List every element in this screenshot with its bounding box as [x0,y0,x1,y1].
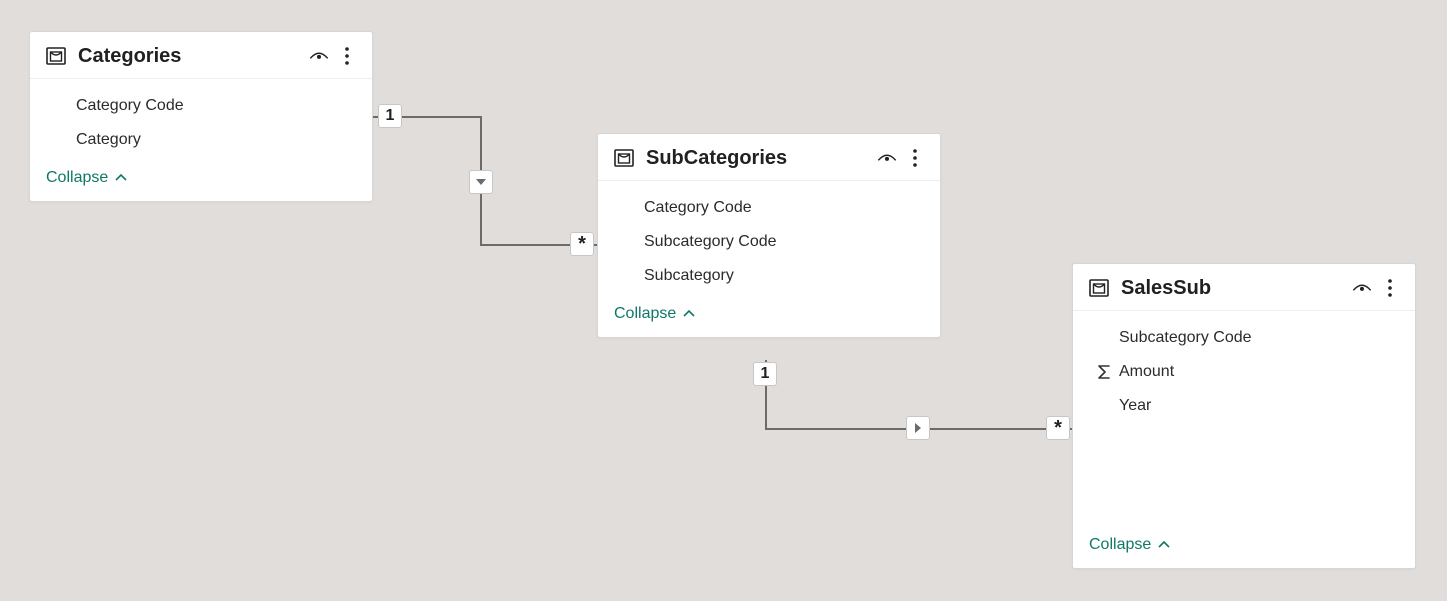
collapse-button[interactable]: Collapse [598,299,940,337]
visibility-icon[interactable] [876,147,898,169]
table-card-categories[interactable]: Categories Category Code Category Collap… [29,31,373,202]
visibility-icon[interactable] [1351,277,1373,299]
field-row[interactable]: Subcategory Code [1073,321,1415,355]
table-header: SalesSub [1073,264,1415,311]
field-label: Subcategory Code [644,225,924,259]
collapse-label: Collapse [1089,536,1151,554]
field-row[interactable]: Category Code [598,191,940,225]
field-row[interactable]: Subcategory [598,259,940,293]
table-header: SubCategories [598,134,940,181]
field-row[interactable]: Amount [1073,355,1415,389]
chevron-up-icon [1157,538,1171,552]
cardinality-many-box: * [570,232,594,256]
more-options-icon[interactable] [1379,277,1401,299]
field-label: Subcategory [644,259,924,293]
sigma-icon [1089,362,1119,382]
collapse-button[interactable]: Collapse [30,163,372,201]
cardinality-many-label: * [578,234,586,254]
collapse-label: Collapse [614,305,676,323]
field-label: Amount [1119,355,1399,389]
table-fields: Subcategory Code Amount Year [1073,311,1415,429]
field-row[interactable]: Year [1073,389,1415,423]
field-icon-blank [614,266,644,286]
table-card-subcategories[interactable]: SubCategories Category Code Subcategory … [597,133,941,338]
cardinality-one-box: 1 [378,104,402,128]
table-title: SalesSub [1121,277,1211,300]
field-label: Year [1119,389,1399,423]
table-icon [1087,276,1111,300]
field-label: Category [76,123,356,157]
field-row[interactable]: Category [30,123,372,157]
field-icon-blank [614,232,644,252]
chevron-up-icon [114,171,128,185]
table-icon [44,44,68,68]
field-label: Category Code [76,89,356,123]
collapse-button[interactable]: Collapse [1073,530,1187,568]
table-header: Categories [30,32,372,79]
relationship-direction-box[interactable] [469,170,493,194]
more-options-icon[interactable] [336,45,358,67]
cardinality-many-box: * [1046,416,1070,440]
field-row[interactable]: Category Code [30,89,372,123]
cardinality-many-label: * [1054,418,1062,438]
field-label: Category Code [644,191,924,225]
table-icon [612,146,636,170]
collapse-label: Collapse [46,169,108,187]
field-icon-blank [1089,328,1119,348]
more-options-icon[interactable] [904,147,926,169]
field-label: Subcategory Code [1119,321,1399,355]
table-card-salessub[interactable]: SalesSub Subcategory Code Amount Year Co… [1072,263,1416,569]
relationship-direction-box[interactable] [906,416,930,440]
table-title: SubCategories [646,147,787,170]
table-title: Categories [78,45,181,68]
field-row[interactable]: Subcategory Code [598,225,940,259]
field-icon-blank [1089,396,1119,416]
cardinality-one-box: 1 [753,362,777,386]
chevron-up-icon [682,307,696,321]
table-fields: Category Code Category [30,79,372,163]
chevron-down-icon [474,175,488,189]
field-icon-blank [614,198,644,218]
visibility-icon[interactable] [308,45,330,67]
cardinality-one-label: 1 [761,365,770,383]
field-icon-blank [46,130,76,150]
cardinality-one-label: 1 [386,107,395,125]
chevron-right-icon [911,421,925,435]
field-icon-blank [46,96,76,116]
table-fields: Category Code Subcategory Code Subcatego… [598,181,940,299]
